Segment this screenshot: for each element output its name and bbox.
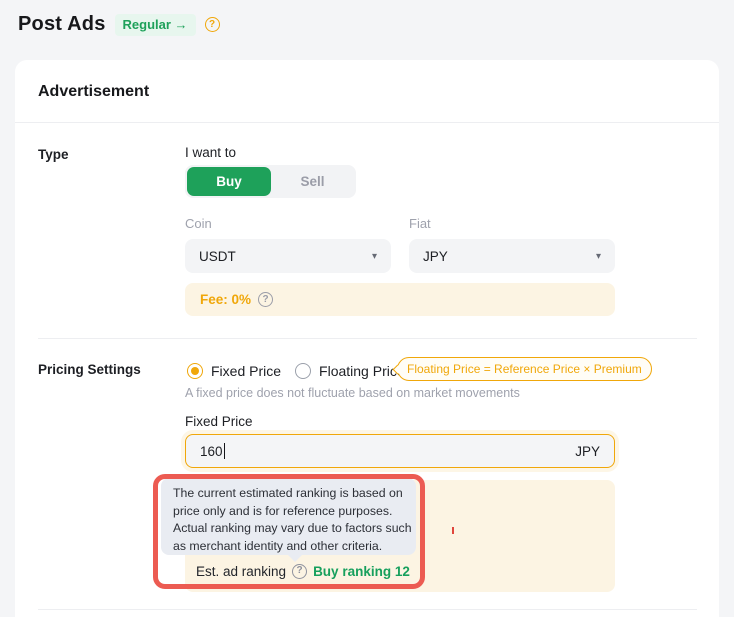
tooltip-arrow-down [288,555,302,562]
price-type-radio-group: Fixed Price Floating Price [187,360,419,382]
fixed-price-option[interactable]: Fixed Price [211,363,281,379]
divider [38,338,697,339]
text-caret [224,443,226,459]
fiat-select[interactable]: JPY ▾ [409,239,615,273]
page-header: Post Ads Regular → ? [18,13,220,36]
fee-banner: Fee: 0% ? [185,283,615,316]
post-ads-page: Post Ads Regular → ? Advertisement Type … [0,0,734,617]
chevron-down-icon: ▾ [596,251,601,262]
sell-tab[interactable]: Sell [271,167,354,196]
fiat-label: Fiat [409,216,431,231]
currency-suffix: JPY [575,444,600,459]
floating-price-option[interactable]: Floating Price [319,363,405,379]
fixed-price-input[interactable]: 160 JPY [185,434,615,468]
fee-text: Fee: 0% [200,292,251,307]
ranking-tooltip: The current estimated ranking is based o… [161,478,416,555]
divider [15,122,719,123]
card-heading: Advertisement [38,83,149,101]
est-ranking-label: Est. ad ranking [196,564,286,579]
chevron-down-icon: ▾ [372,251,377,262]
coin-value: USDT [199,249,236,264]
buy-ranking-value: Buy ranking 12 [313,564,410,579]
est-ranking-help-icon[interactable]: ? [292,564,307,579]
coin-label: Coin [185,216,212,231]
buy-sell-toggle: Buy Sell [185,165,356,198]
help-icon[interactable]: ? [205,17,220,32]
regular-mode-badge[interactable]: Regular → [115,14,196,36]
fixed-price-field-label: Fixed Price [185,414,253,429]
ranking-tooltip-line: Actual ranking may vary due to factors s… [173,520,404,538]
buy-tab[interactable]: Buy [187,167,271,196]
ranking-tooltip-line: price only and is for reference purposes… [173,503,404,521]
fiat-value: JPY [423,249,448,264]
fixed-price-value: 160 [200,444,223,459]
page-title: Post Ads [18,13,106,36]
ranking-tooltip-line: The current estimated ranking is based o… [173,485,404,503]
floating-price-tooltip: Floating Price = Reference Price × Premi… [397,357,652,381]
coin-select[interactable]: USDT ▾ [185,239,391,273]
type-section-label: Type [38,147,69,162]
fee-help-icon[interactable]: ? [258,292,273,307]
pricing-settings-label: Pricing Settings [38,362,141,377]
fixed-price-radio-icon[interactable] [187,363,203,379]
floating-price-tooltip-text: Floating Price = Reference Price × Premi… [407,362,642,376]
fixed-price-helper-text: A fixed price does not fluctuate based o… [185,386,520,400]
est-ranking-row: Est. ad ranking ? Buy ranking 12 [196,562,410,580]
ranking-tooltip-line: as merchant identity and other criteria. [173,538,404,556]
i-want-to-label: I want to [185,145,236,160]
floating-price-radio-icon[interactable] [295,363,311,379]
divider [38,609,697,610]
